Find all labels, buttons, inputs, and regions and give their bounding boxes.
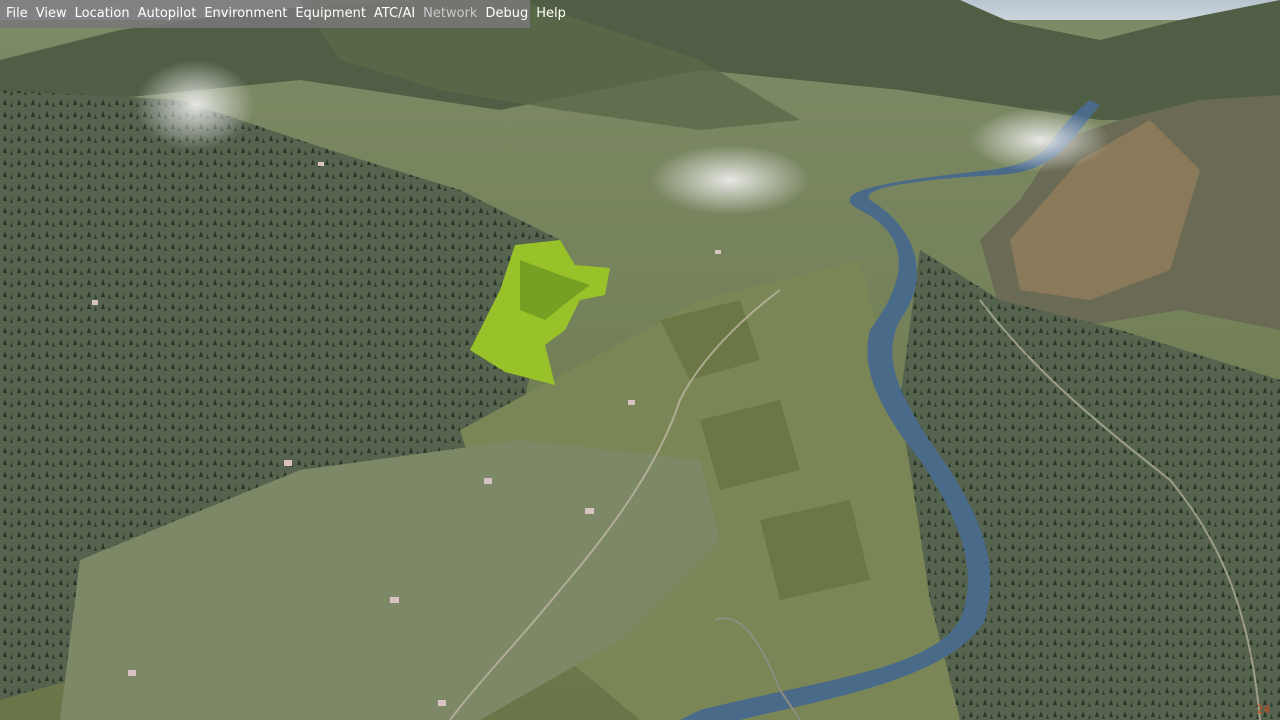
terrain-3d-view[interactable] xyxy=(0,0,1280,720)
cloud-center xyxy=(650,145,810,215)
menu-view[interactable]: View xyxy=(32,0,71,28)
cloud-left xyxy=(135,60,255,150)
menu-autopilot[interactable]: Autopilot xyxy=(134,0,201,28)
cloud-right xyxy=(970,108,1110,172)
menu-network: Network xyxy=(423,6,478,21)
menu-help[interactable]: Help xyxy=(532,0,570,28)
menu-debug[interactable]: Debug xyxy=(481,0,532,28)
menu-file[interactable]: File xyxy=(2,0,32,28)
frame-rate-counter: 24 xyxy=(1256,703,1270,716)
menu-location[interactable]: Location xyxy=(71,0,134,28)
menu-equipment[interactable]: Equipment xyxy=(291,0,370,28)
menu-bar: File View Location Autopilot Environment Equi… xyxy=(0,0,566,28)
menu-atc-ai[interactable]: ATC/AI xyxy=(370,0,419,28)
menu-environment[interactable]: Environment xyxy=(200,0,291,28)
